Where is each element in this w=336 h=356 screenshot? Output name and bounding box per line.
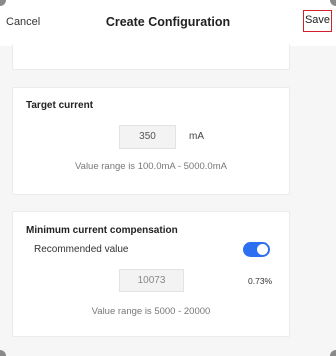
- min-current-comp-percent: 0.73%: [248, 276, 273, 286]
- recommended-value-label: Recommended value: [34, 244, 129, 255]
- target-current-input[interactable]: 350: [119, 125, 176, 149]
- min-current-comp-input[interactable]: 10073: [119, 269, 184, 292]
- target-current-title: Target current: [26, 100, 94, 111]
- toggle-knob: [257, 244, 268, 255]
- min-current-comp-range-hint: Value range is 5000 - 20000: [91, 306, 211, 317]
- min-current-comp-title: Minimum current compensation: [26, 225, 178, 236]
- screen-corner: [0, 350, 6, 356]
- save-button[interactable]: Save: [303, 10, 332, 32]
- screen-corner: [330, 350, 336, 356]
- recommended-value-toggle[interactable]: [243, 242, 270, 257]
- header-bar: Cancel Create Configuration Save: [0, 0, 336, 46]
- page-title: Create Configuration: [105, 15, 231, 29]
- target-current-card: Target current 350 mA Value range is 100…: [12, 87, 290, 195]
- target-current-unit: mA: [189, 131, 204, 142]
- screen: Cancel Create Configuration Save Target …: [0, 0, 336, 356]
- target-current-range-hint: Value range is 100.0mA - 5000.0mA: [75, 161, 227, 172]
- min-current-comp-card: Minimum current compensation Recommended…: [12, 211, 290, 337]
- previous-section-card: [12, 44, 290, 70]
